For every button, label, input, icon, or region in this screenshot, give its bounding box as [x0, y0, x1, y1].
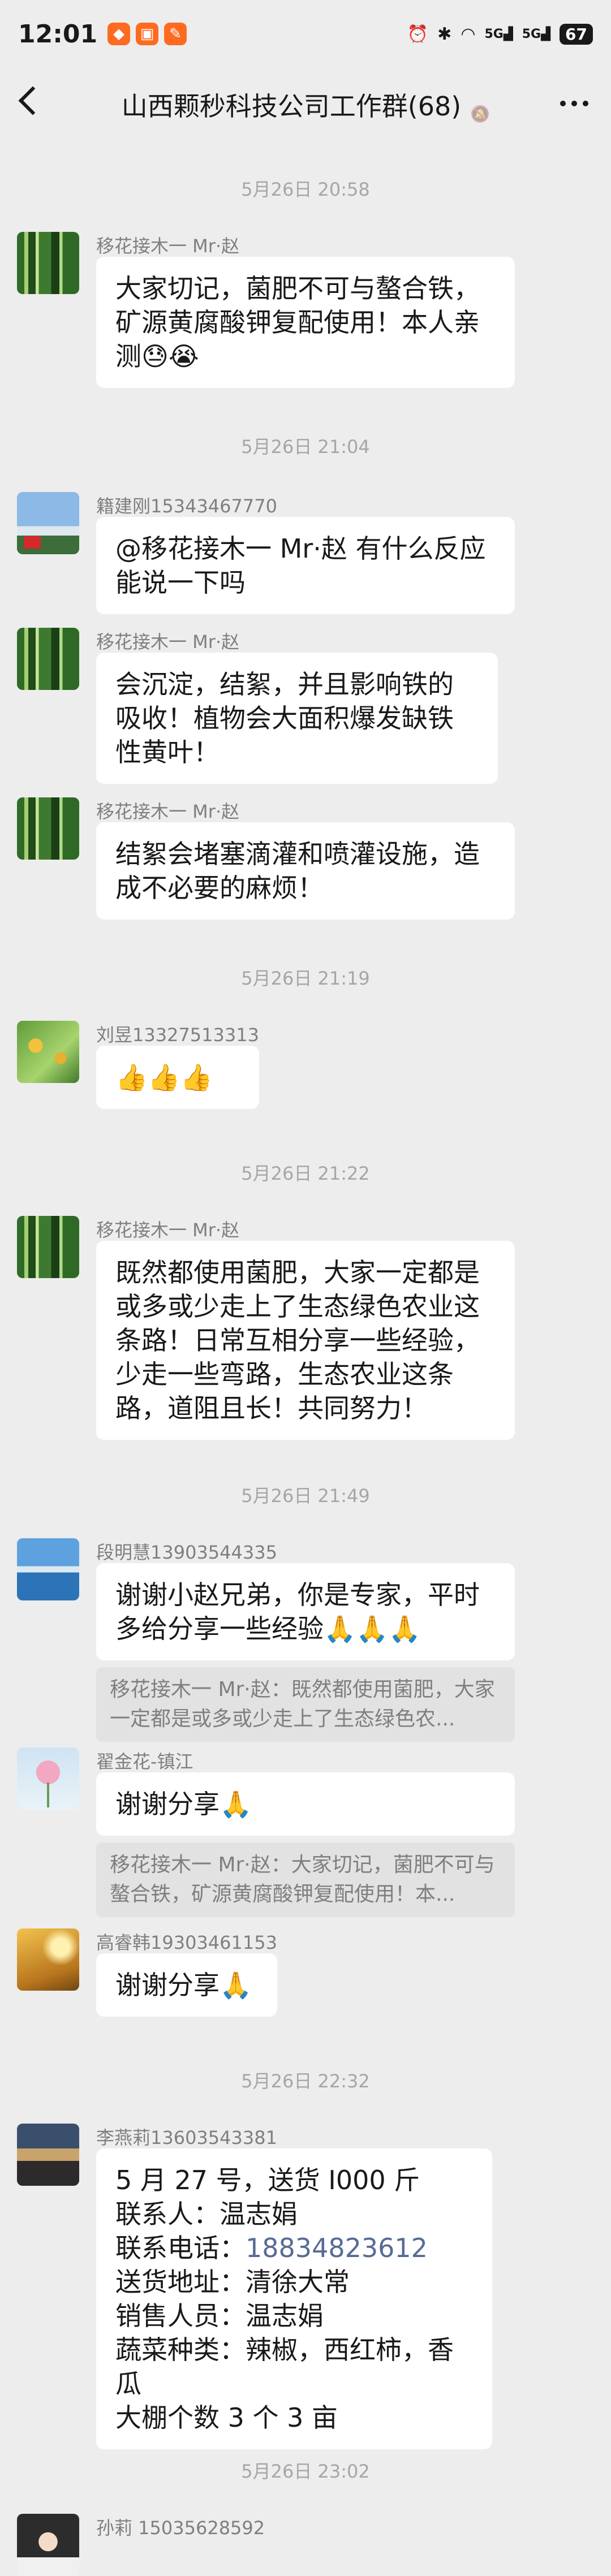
sender-name: 孙莉 15035628592 [96, 2517, 265, 2539]
message-line: 5 月 27 号，送货 I000 斤 [115, 2165, 420, 2195]
message-bubble[interactable]: 谢谢小赵兄弟，你是专家，平时多给分享一些经验🙏🙏🙏 [96, 1563, 515, 1660]
sender-name: 李燕莉13603543381 [96, 2127, 277, 2148]
sender-name: 移花接木一 Mr·赵 [96, 631, 240, 653]
quoted-message[interactable]: 移花接木一 Mr·赵：既然都使用菌肥，大家一定都是或多或少走上了生态绿色农... [96, 1667, 515, 1742]
app-notification-icon: ◆ [107, 23, 131, 45]
avatar[interactable] [17, 1928, 79, 1991]
more-icon[interactable] [560, 101, 588, 106]
notification-icons: ◆ ▣ ✎ [107, 23, 187, 45]
signal-icon: 5G▟ [484, 27, 513, 41]
message-bubble[interactable]: 👍👍👍 [96, 1046, 259, 1109]
message-bubble[interactable]: 大家切记，菌肥不可与螯合铁，矿源黄腐酸钾复配使用！本人亲测😓😭 [96, 257, 515, 388]
bluetooth-icon: ✱ [437, 24, 452, 44]
message-bubble[interactable]: 谢谢分享🙏 [96, 1772, 515, 1836]
sender-name: 移花接木一 Mr·赵 [96, 1219, 240, 1241]
chat-message: 段明慧13903544335 谢谢小赵兄弟，你是专家，平时多给分享一些经验🙏🙏🙏… [17, 1538, 515, 1742]
avatar[interactable] [17, 2124, 79, 2186]
status-time: 12:01 [18, 19, 98, 49]
chat-message: 李燕莉13603543381 5 月 27 号，送货 I000 斤 联系人：温志… [17, 2124, 492, 2449]
timestamp: 5月26日 21:19 [241, 968, 370, 989]
chat-message: 刘昱13327513313 👍👍👍 [17, 1021, 259, 1109]
timestamp: 5月26日 20:58 [241, 179, 370, 200]
sender-name: 刘昱13327513313 [96, 1024, 259, 1046]
sender-name: 籍建刚15343467770 [96, 495, 277, 517]
avatar[interactable] [17, 492, 79, 554]
nav-bar: 山西颗秒科技公司工作群(68) [0, 68, 611, 141]
timestamp: 5月26日 21:49 [241, 1485, 370, 1507]
message-bubble[interactable]: 谢谢分享🙏 [96, 1953, 277, 2017]
chat-message: 移花接木一 Mr·赵 结絮会堵塞滴灌和喷灌设施，造成不必要的麻烦！ [17, 797, 515, 920]
message-bubble[interactable]: @移花接木一 Mr·赵 有什么反应能说一下吗 [96, 517, 515, 614]
app-notification-icon: ✎ [164, 23, 187, 45]
alarm-icon: ⏰ [407, 24, 429, 44]
battery-icon: 67 [560, 23, 593, 45]
status-bar: 12:01 ◆ ▣ ✎ ⏰ ✱ ◠ 5G▟ 5G▟ 67 [0, 0, 611, 68]
timestamp: 5月26日 21:22 [241, 1163, 370, 1184]
sender-name: 高睿韩19303461153 [96, 1932, 277, 1953]
chat-message: 孙莉 15035628592 [17, 2514, 265, 2576]
message-bubble[interactable]: 既然都使用菌肥，大家一定都是或多或少走上了生态绿色农业这条路！日常互相分享一些经… [96, 1241, 515, 1440]
message-line: 送货地址：清徐大常 [115, 2267, 350, 2297]
timestamp: 5月26日 23:02 [241, 2461, 370, 2482]
sender-name: 移花接木一 Mr·赵 [96, 801, 240, 822]
wifi-icon: ◠ [461, 24, 476, 44]
chat-message: 翟金花-镇江 谢谢分享🙏 移花接木一 Mr·赵：大家切记，菌肥不可与螯合铁，矿源… [17, 1747, 515, 1917]
back-icon[interactable] [18, 86, 48, 115]
avatar[interactable] [17, 1216, 79, 1278]
quoted-message[interactable]: 移花接木一 Mr·赵：大家切记，菌肥不可与螯合铁，矿源黄腐酸钾复配使用！本... [96, 1843, 515, 1917]
chat-message: 籍建刚15343467770 @移花接木一 Mr·赵 有什么反应能说一下吗 [17, 492, 515, 614]
sender-name: 移花接木一 Mr·赵 [96, 235, 240, 257]
avatar[interactable] [17, 2514, 79, 2576]
message-bubble[interactable]: 结絮会堵塞滴灌和喷灌设施，造成不必要的麻烦！ [96, 822, 515, 920]
sender-name: 段明慧13903544335 [96, 1542, 277, 1563]
mute-icon [470, 95, 489, 114]
timestamp: 5月26日 22:32 [241, 2070, 370, 2092]
message-line: 大棚个数 3 个 3 亩 [115, 2402, 338, 2433]
avatar[interactable] [17, 1538, 79, 1600]
avatar[interactable] [17, 628, 79, 690]
chat-area[interactable]: 5月26日 20:58 5月26日 21:04 5月26日 21:19 5月26… [0, 141, 611, 2576]
message-line: 联系电话：18834823612 [115, 2233, 428, 2263]
page-title: 山西颗秒科技公司工作群(68) [122, 86, 489, 123]
avatar[interactable] [17, 797, 79, 860]
chat-message: 移花接木一 Mr·赵 会沉淀，结絮，并且影响铁的吸收！植物会大面积爆发缺铁性黄叶… [17, 628, 498, 784]
message-line: 联系人：温志娟 [115, 2199, 298, 2229]
chat-message: 移花接木一 Mr·赵 大家切记，菌肥不可与螯合铁，矿源黄腐酸钾复配使用！本人亲测… [17, 232, 515, 388]
message-line: 销售人员：温志娟 [115, 2301, 324, 2331]
chat-message: 高睿韩19303461153 谢谢分享🙏 [17, 1928, 277, 2017]
signal-icon: 5G▟ [522, 27, 551, 41]
chat-message: 移花接木一 Mr·赵 既然都使用菌肥，大家一定都是或多或少走上了生态绿色农业这条… [17, 1216, 515, 1440]
sender-name: 翟金花-镇江 [96, 1751, 193, 1772]
phone-link[interactable]: 18834823612 [246, 2233, 428, 2263]
timestamp: 5月26日 21:04 [241, 436, 370, 458]
message-bubble[interactable]: 5 月 27 号，送货 I000 斤 联系人：温志娟 联系电话：18834823… [96, 2148, 492, 2449]
avatar[interactable] [17, 1021, 79, 1083]
message-bubble[interactable]: 会沉淀，结絮，并且影响铁的吸收！植物会大面积爆发缺铁性黄叶！ [96, 653, 498, 784]
message-line: 蔬菜种类：辣椒，西红柿，香瓜 [115, 2335, 454, 2399]
app-notification-icon: ▣ [136, 23, 159, 45]
avatar[interactable] [17, 1747, 79, 1810]
avatar[interactable] [17, 232, 79, 294]
